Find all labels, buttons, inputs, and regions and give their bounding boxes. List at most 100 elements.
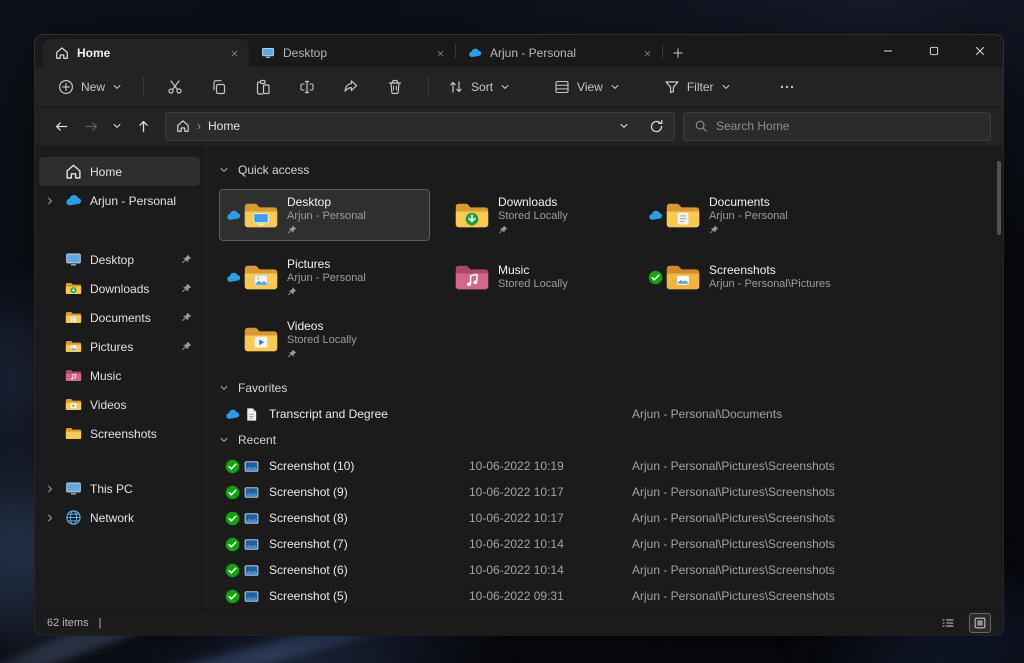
file-row-screenshot-7[interactable]: Screenshot (7) 10-06-2022 10:14 Arjun - … [219, 531, 989, 557]
sidebar-item-screenshots[interactable]: Screenshots [39, 419, 200, 448]
sort-button[interactable]: Sort [439, 72, 519, 102]
sidebar-item-this-pc[interactable]: This PC [39, 474, 200, 503]
sidebar-item-pictures[interactable]: Pictures [39, 332, 200, 361]
sort-icon [448, 79, 464, 95]
large-icons-view-icon [973, 616, 987, 630]
details-view-button[interactable] [937, 613, 959, 633]
cut-button[interactable] [154, 72, 196, 102]
status-divider: | [99, 617, 102, 629]
this-pc-icon [65, 480, 82, 497]
file-path: Arjun - Personal\Pictures\Screenshots [632, 511, 989, 525]
tab-onedrive-personal[interactable]: Arjun - Personal [456, 39, 662, 67]
expand-chevron[interactable] [43, 484, 57, 494]
sidebar-item-onedrive-personal[interactable]: Arjun - Personal [39, 186, 200, 215]
screenshot-thumbnail-icon [244, 485, 259, 500]
tile-videos[interactable]: Videos Stored Locally [219, 313, 430, 365]
chevron-down-icon [721, 82, 731, 92]
tab-close-button[interactable] [225, 44, 243, 62]
tab-desktop[interactable]: Desktop [249, 39, 455, 67]
onedrive-status-icon [226, 270, 241, 285]
search-input[interactable] [716, 119, 980, 133]
close-icon [643, 49, 652, 58]
tile-info: Screenshots Arjun - Personal\Pictures [709, 263, 831, 292]
folder-icon [65, 425, 82, 442]
up-button[interactable] [129, 112, 157, 140]
tab-label: Home [77, 46, 217, 60]
file-row-screenshot-6[interactable]: Screenshot (6) 10-06-2022 10:14 Arjun - … [219, 557, 989, 583]
new-button[interactable]: New [49, 72, 131, 102]
tab-close-button[interactable] [638, 44, 656, 62]
tile-downloads[interactable]: Downloads Stored Locally [430, 189, 641, 241]
onedrive-status-icon [225, 407, 240, 422]
screenshot-thumbnail-icon [244, 589, 259, 604]
screenshot-thumbnail-icon [244, 459, 259, 474]
filter-label: Filter [687, 80, 714, 94]
sidebar-item-home[interactable]: Home [39, 157, 200, 186]
navigation-pane: Home Arjun - Personal Desktop Downloads [35, 145, 207, 609]
section-title: Quick access [238, 163, 309, 177]
chevron-down-icon [219, 165, 229, 175]
sidebar-group-gap [39, 215, 200, 245]
copy-button[interactable] [198, 72, 240, 102]
sidebar-item-network[interactable]: Network [39, 503, 200, 532]
home-icon [65, 163, 82, 180]
file-row-transcript-and-degree[interactable]: Transcript and Degree Arjun - Personal\D… [219, 399, 989, 429]
breadcrumb-home[interactable]: Home [208, 119, 240, 133]
section-header-quick-access[interactable]: Quick access [219, 159, 989, 181]
search-box[interactable] [683, 112, 991, 141]
search-icon [694, 119, 708, 133]
address-dropdown-button[interactable] [613, 112, 635, 140]
share-button[interactable] [330, 72, 372, 102]
close-button[interactable] [957, 35, 1003, 67]
section-header-favorites[interactable]: Favorites [219, 377, 989, 399]
delete-button[interactable] [374, 72, 416, 102]
filter-icon [664, 79, 680, 95]
sidebar-item-downloads[interactable]: Downloads [39, 274, 200, 303]
minimize-button[interactable] [865, 35, 911, 67]
tab-home[interactable]: Home [43, 39, 249, 67]
sidebar-item-label: Music [90, 369, 192, 383]
file-row-screenshot-8[interactable]: Screenshot (8) 10-06-2022 10:17 Arjun - … [219, 505, 989, 531]
row-icons [219, 511, 269, 526]
new-tab-button[interactable] [663, 39, 693, 67]
tile-pictures[interactable]: Pictures Arjun - Personal [219, 251, 430, 303]
maximize-button[interactable] [911, 35, 957, 67]
file-row-screenshot-10[interactable]: Screenshot (10) 10-06-2022 10:19 Arjun -… [219, 453, 989, 479]
view-button[interactable]: View [545, 72, 629, 102]
tile-screenshots[interactable]: Screenshots Arjun - Personal\Pictures [641, 251, 852, 303]
section-header-recent[interactable]: Recent [219, 429, 989, 451]
refresh-icon [649, 119, 664, 134]
tab-close-button[interactable] [431, 44, 449, 62]
rename-button[interactable] [286, 72, 328, 102]
expand-chevron[interactable] [43, 513, 57, 523]
screenshot-thumbnail-icon [244, 537, 259, 552]
file-row-screenshot-5[interactable]: Screenshot (5) 10-06-2022 09:31 Arjun - … [219, 583, 989, 609]
tile-documents[interactable]: Documents Arjun - Personal [641, 189, 852, 241]
chevron-right-icon [45, 196, 55, 206]
sidebar-item-music[interactable]: Music [39, 361, 200, 390]
tile-desktop[interactable]: Desktop Arjun - Personal [219, 189, 430, 241]
tile-music[interactable]: Music Stored Locally [430, 251, 641, 303]
sidebar-item-label: Screenshots [90, 427, 192, 441]
paste-button[interactable] [242, 72, 284, 102]
forward-button[interactable] [77, 112, 105, 140]
address-bar[interactable]: › Home [165, 112, 675, 141]
tile-name: Videos [287, 319, 357, 334]
sidebar-item-label: Videos [90, 398, 192, 412]
row-icons [219, 589, 269, 604]
large-icons-view-button[interactable] [969, 613, 991, 633]
refresh-button[interactable] [642, 112, 670, 140]
back-button[interactable] [47, 112, 75, 140]
file-row-screenshot-9[interactable]: Screenshot (9) 10-06-2022 10:17 Arjun - … [219, 479, 989, 505]
more-options-button[interactable] [766, 72, 808, 102]
expand-chevron[interactable] [43, 196, 57, 206]
sidebar-item-videos[interactable]: Videos [39, 390, 200, 419]
sidebar-item-documents[interactable]: Documents [39, 303, 200, 332]
sidebar-item-desktop[interactable]: Desktop [39, 245, 200, 274]
tile-info: Pictures Arjun - Personal [287, 257, 366, 297]
section-title: Favorites [238, 381, 287, 395]
file-date: 10-06-2022 09:31 [469, 589, 632, 603]
vertical-scrollbar-thumb[interactable] [997, 161, 1001, 235]
recent-locations-button[interactable] [107, 112, 127, 140]
filter-button[interactable]: Filter [655, 72, 740, 102]
